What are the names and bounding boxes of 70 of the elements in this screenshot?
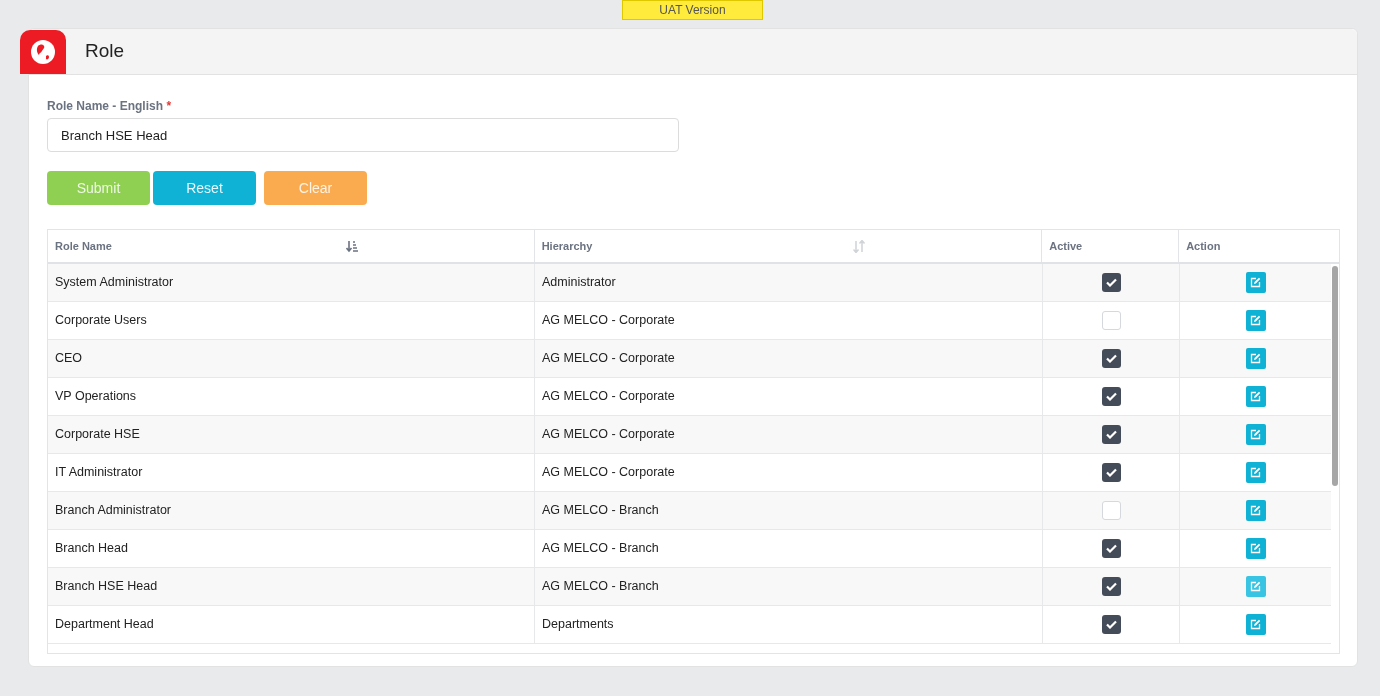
table-cell-text: Corporate Users — [55, 312, 147, 330]
table-cell-text: AG MELCO - Corporate — [542, 312, 675, 330]
active-checkbox[interactable] — [1101, 387, 1121, 406]
edit-icon — [1250, 581, 1261, 592]
edit-button[interactable] — [1245, 576, 1266, 597]
check-icon — [1105, 582, 1117, 591]
table-cell-text: VP Operations — [55, 388, 137, 406]
table-cell-text: AG MELCO - Corporate — [542, 350, 675, 368]
globe-icon — [30, 39, 56, 65]
edit-button[interactable] — [1245, 500, 1266, 521]
edit-icon — [1250, 505, 1261, 516]
environment-badge: UAT Version — [622, 0, 763, 20]
edit-icon — [1250, 391, 1261, 402]
edit-icon — [1250, 315, 1261, 326]
table-cell-text: IT Administrator — [55, 464, 143, 482]
edit-icon — [1250, 619, 1261, 630]
check-icon — [1105, 544, 1117, 553]
table-cell-text: AG MELCO - Corporate — [542, 388, 675, 406]
table-cell-text: Branch Administrator — [55, 502, 172, 520]
column-header[interactable]: Active — [1049, 237, 1083, 255]
field-label: Role Name - English — [47, 99, 164, 113]
edit-button[interactable] — [1245, 424, 1266, 445]
column-header[interactable]: Hierarchy — [541, 237, 593, 255]
active-checkbox[interactable] — [1101, 615, 1121, 634]
table-cell-text: AG MELCO - Corporate — [542, 426, 675, 444]
active-checkbox[interactable] — [1101, 311, 1121, 330]
column-header[interactable]: Action — [1186, 237, 1221, 255]
table-cell-text: Corporate HSE — [55, 426, 140, 444]
check-icon — [1105, 430, 1117, 439]
table-cell-text: AG MELCO - Branch — [542, 578, 659, 596]
active-checkbox[interactable] — [1101, 539, 1121, 558]
table-cell-text: Departments — [542, 616, 614, 634]
edit-button[interactable] — [1245, 348, 1266, 369]
role-name-input[interactable]: Branch HSE Head — [47, 118, 679, 152]
edit-icon — [1250, 543, 1261, 554]
sort-icon[interactable] — [345, 239, 359, 253]
check-icon — [1105, 468, 1117, 477]
edit-icon — [1250, 467, 1261, 478]
table-cell-text: CEO — [55, 350, 83, 368]
table-cell-text: Branch Head — [55, 540, 128, 558]
page-title: Role — [85, 39, 125, 64]
active-checkbox[interactable] — [1101, 501, 1121, 520]
scrollbar[interactable] — [1332, 266, 1338, 486]
edit-button[interactable] — [1245, 386, 1266, 407]
edit-icon — [1250, 353, 1261, 364]
edit-button[interactable] — [1245, 272, 1266, 293]
table-cell-text: System Administrator — [55, 274, 174, 292]
active-checkbox[interactable] — [1101, 425, 1121, 444]
edit-icon — [1250, 277, 1261, 288]
edit-button[interactable] — [1245, 462, 1266, 483]
table-cell-text: AG MELCO - Branch — [542, 540, 659, 558]
edit-button[interactable] — [1245, 538, 1266, 559]
check-icon — [1105, 392, 1117, 401]
table-cell-text: Branch HSE Head — [55, 578, 158, 596]
check-icon — [1105, 354, 1117, 363]
required-mark: * — [166, 99, 172, 113]
table-cell-text: AG MELCO - Branch — [542, 502, 659, 520]
edit-button[interactable] — [1245, 614, 1266, 635]
edit-icon — [1250, 429, 1261, 440]
table-cell-text: Department Head — [55, 616, 154, 634]
check-icon — [1105, 278, 1117, 287]
active-checkbox[interactable] — [1101, 463, 1121, 482]
active-checkbox[interactable] — [1101, 577, 1121, 596]
active-checkbox[interactable] — [1101, 273, 1121, 292]
table-cell-text: Administrator — [542, 274, 616, 292]
check-icon — [1105, 620, 1117, 629]
edit-button[interactable] — [1245, 310, 1266, 331]
active-checkbox[interactable] — [1101, 349, 1121, 368]
column-header[interactable]: Role Name — [55, 237, 112, 255]
table-cell-text: AG MELCO - Corporate — [542, 464, 675, 482]
